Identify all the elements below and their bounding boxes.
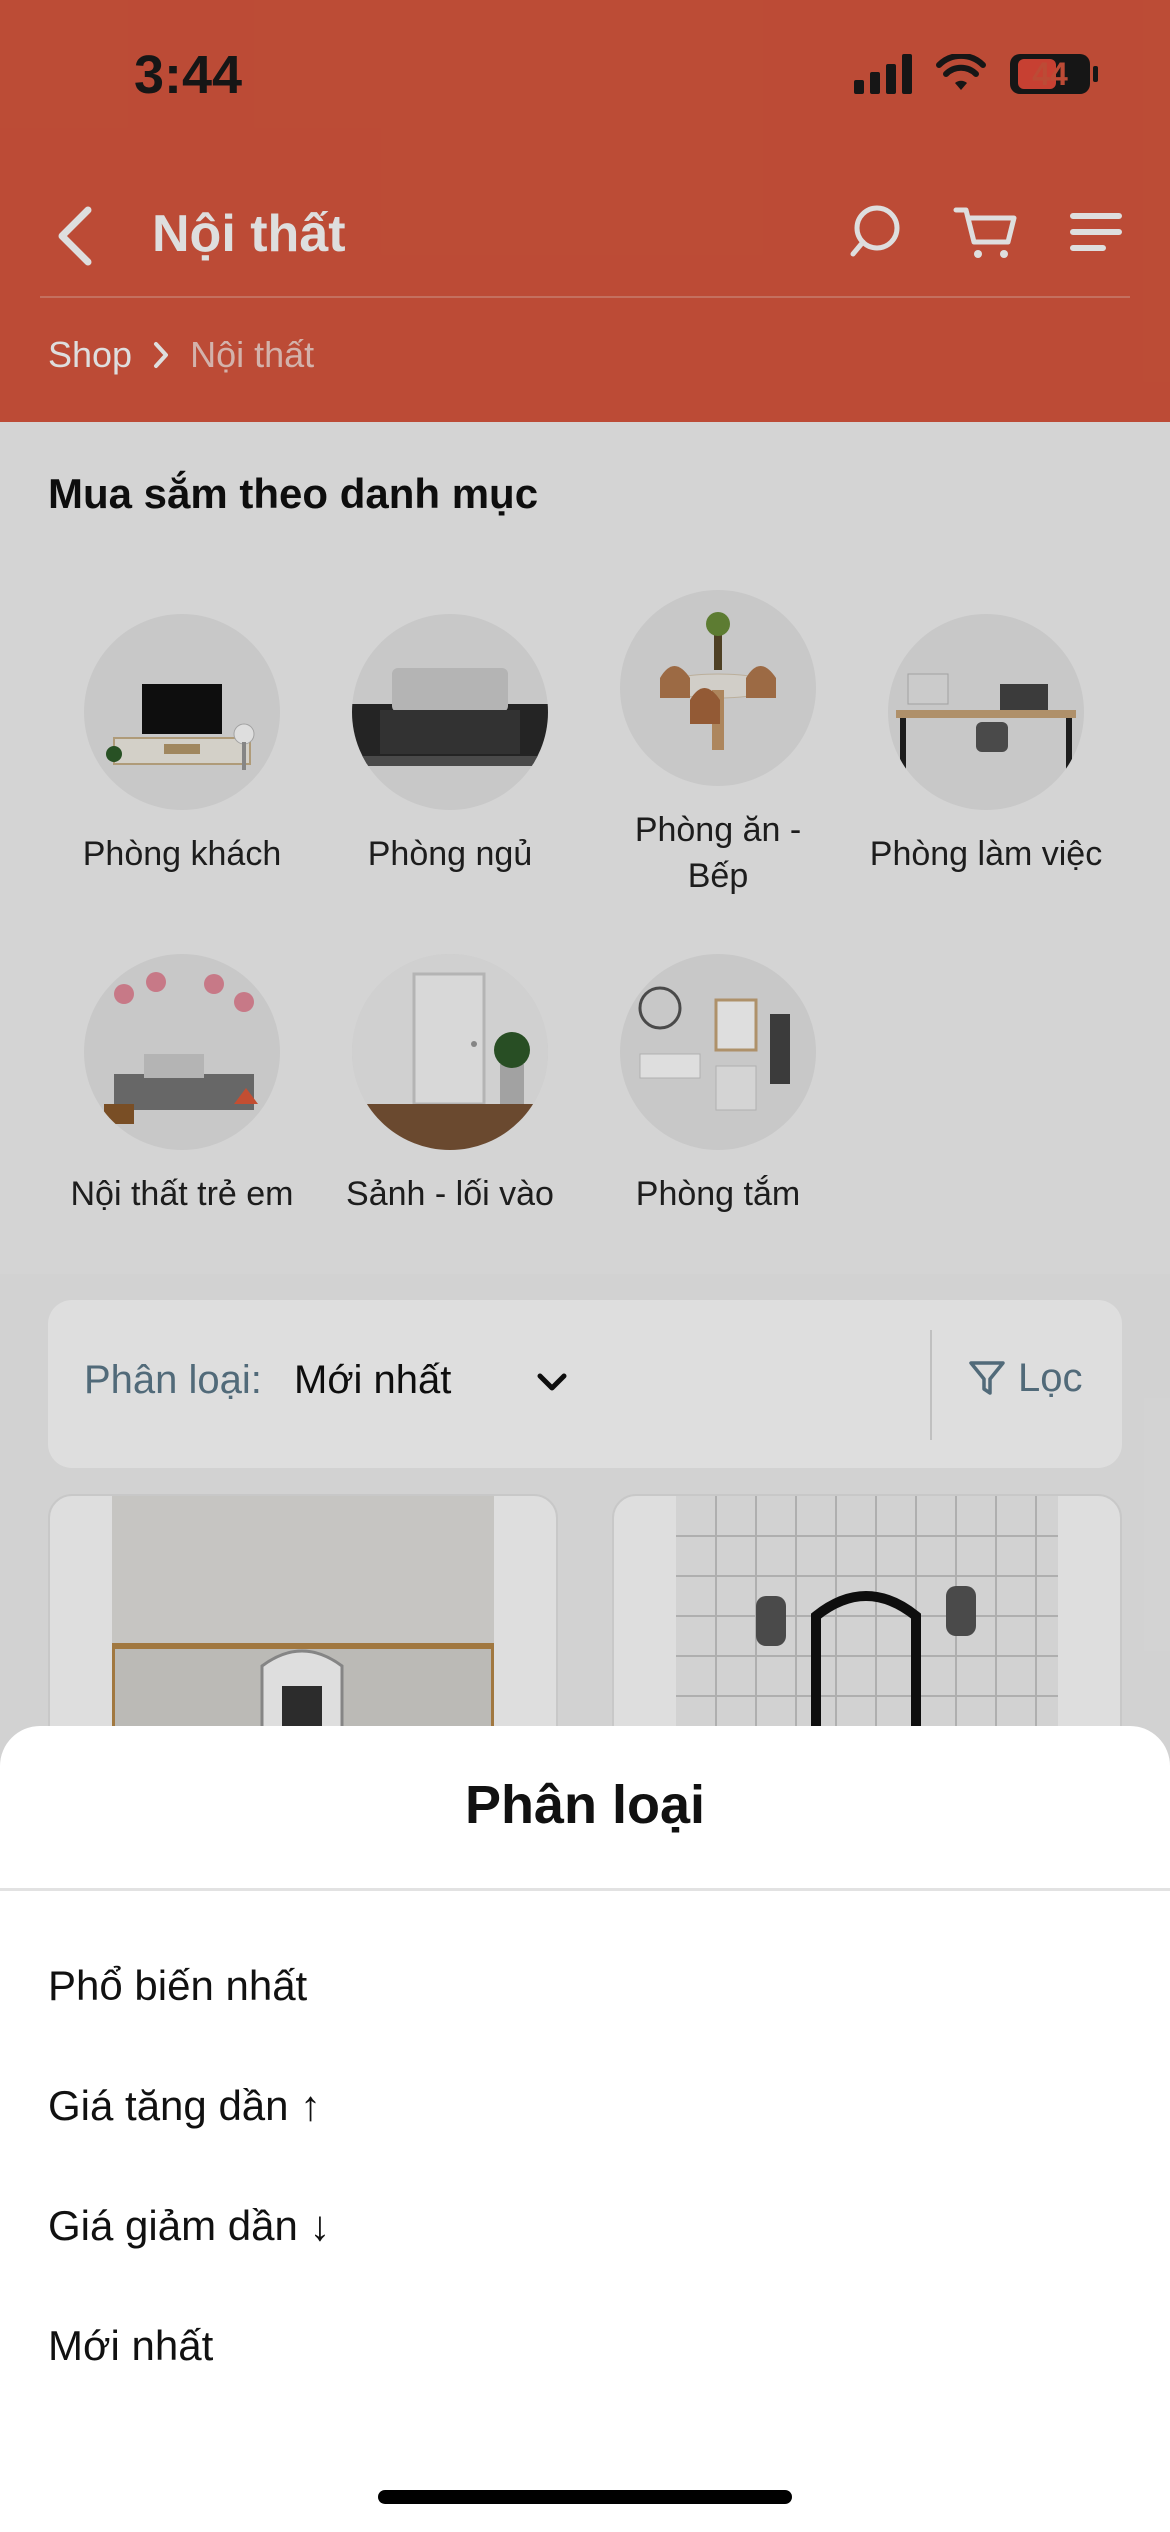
sheet-divider [0, 1888, 1170, 1891]
home-indicator[interactable] [378, 2490, 792, 2504]
sort-option-popular[interactable]: Phổ biến nhất [48, 1962, 307, 2010]
sort-option-price-asc[interactable]: Giá tăng dần ↑ [48, 2082, 321, 2130]
sort-option-price-desc[interactable]: Giá giảm dần ↓ [48, 2202, 330, 2250]
sheet-title: Phân loại [464, 1775, 706, 1835]
sort-option-newest[interactable]: Mới nhất [48, 2322, 213, 2370]
sort-bottom-sheet: Phân loại Phổ biến nhất Giá tăng dần ↑ G… [0, 1726, 1170, 2532]
